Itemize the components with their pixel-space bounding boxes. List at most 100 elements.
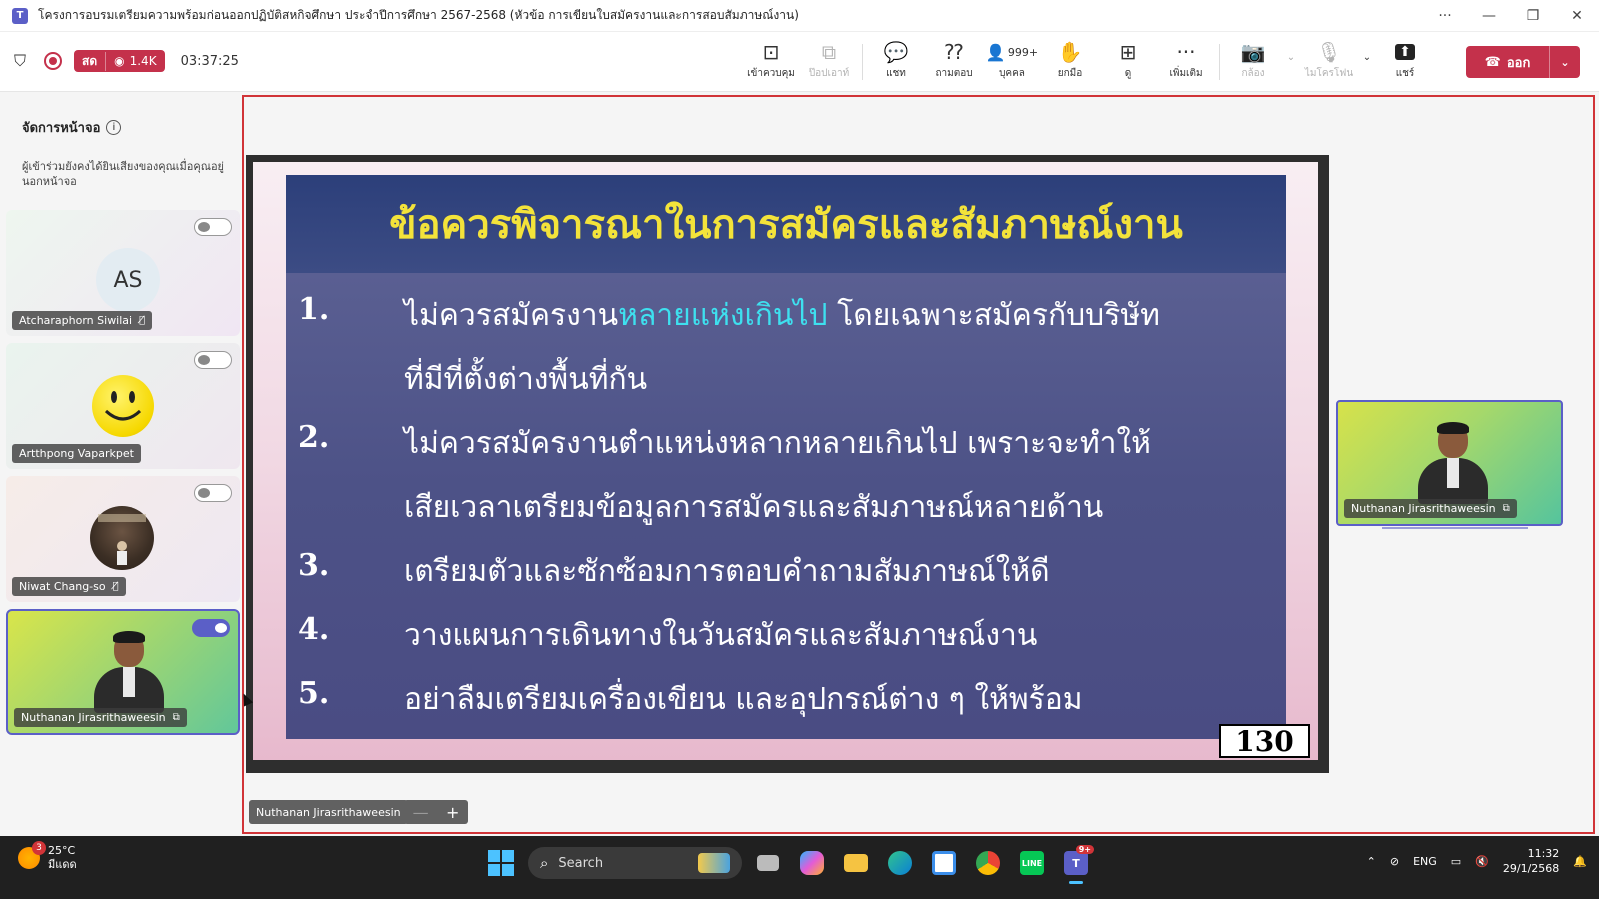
windows-start-icon[interactable] <box>488 850 514 876</box>
phone-hangup-icon: ☎ <box>1484 54 1501 70</box>
panel-title: จัดการหน้าจอ i <box>22 117 122 138</box>
weather-desc: มีแดด <box>48 858 77 871</box>
weather-widget[interactable]: 3 25°C มีแดด <box>18 841 77 872</box>
presenter-indicator <box>1382 527 1528 529</box>
toolbar-divider <box>862 44 863 80</box>
sun-icon: 3 <box>18 841 46 869</box>
avatar: AS <box>96 248 160 312</box>
recording-icon <box>44 52 62 70</box>
smiley-face-icon <box>104 391 142 421</box>
mic-button[interactable]: 🎙 ไมโครโฟน <box>1300 38 1358 81</box>
leave-options-chevron-icon[interactable]: ⌄ <box>1550 56 1580 69</box>
more-button[interactable]: ··· เพิ่มเติม <box>1157 38 1215 81</box>
restore-button[interactable]: ❐ <box>1511 8 1555 24</box>
on-screen-toggle[interactable] <box>194 218 232 236</box>
people-button[interactable]: 👤 999+ บุคคล <box>983 38 1041 81</box>
grid-icon: ⊞ <box>1119 40 1137 64</box>
network-off-icon[interactable]: ⊘ <box>1390 855 1399 868</box>
zoom-in-button[interactable]: + <box>446 803 459 822</box>
participant-name-chip: Atcharaphorn Siwilai 🎙̸ <box>12 311 153 330</box>
on-screen-toggle[interactable] <box>192 619 230 637</box>
chevron-up-icon[interactable]: ⌃ <box>1367 855 1376 868</box>
person-photo-icon <box>98 514 146 565</box>
leave-button[interactable]: ☎ ออก ⌄ <box>1466 46 1580 78</box>
people-count: 999+ <box>1007 45 1039 59</box>
camera-options-chevron-icon[interactable]: ⌄ <box>1282 38 1300 63</box>
more-options-icon[interactable]: ··· <box>1423 8 1467 24</box>
live-label: สด <box>74 51 107 71</box>
panel-description: ผู้เข้าร่วมยังคงได้ยินเสียงของคุณเมื่อคุ… <box>22 160 225 188</box>
participant-name-chip: Niwat Chang-so 🎙̸ <box>12 577 126 596</box>
taskbar-search[interactable]: ⌕ Search <box>528 847 742 879</box>
weather-badge: 3 <box>32 841 46 855</box>
qa-button[interactable]: ⁇ ถามตอบ <box>925 38 983 81</box>
qa-icon: ⁇ <box>944 40 964 64</box>
slide-title: ข้อควรพิจารณาในการสมัครและสัมภาษณ์งาน <box>389 201 1183 248</box>
view-button[interactable]: ⊞ ดู <box>1099 38 1157 81</box>
zoom-out-button[interactable]: — <box>413 803 429 822</box>
participant-tile[interactable]: AS Atcharaphorn Siwilai 🎙̸ <box>6 210 240 336</box>
slide-page-number: 130 <box>1219 724 1310 758</box>
chat-button[interactable]: 💬 แชท <box>867 38 925 81</box>
search-icon: ⌕ <box>540 854 549 872</box>
highlighted-text: หลายแห่งเกินไป <box>618 298 828 333</box>
title-bar: T โครงการอบรมเตรียมความพร้อมก่อนออกปฏิบั… <box>0 0 1599 32</box>
pop-out-button[interactable]: ⧉ ป๊อปเอาท์ <box>800 38 858 81</box>
on-screen-toggle[interactable] <box>194 351 232 369</box>
presenter-name-chip: Nuthanan Jirasrithaweesin ⧉ <box>1344 499 1517 518</box>
people-icon: 👤 <box>985 42 1006 62</box>
chat-icon: 💬 <box>883 40 909 64</box>
share-icon: ⬆ <box>1395 44 1415 60</box>
raise-hand-button[interactable]: ✋ ยกมือ <box>1041 38 1099 81</box>
participant-tile-active[interactable]: Nuthanan Jirasrithaweesin ⧉ <box>6 609 240 735</box>
mic-options-chevron-icon[interactable]: ⌄ <box>1358 38 1376 63</box>
speaker-muted-icon[interactable]: 🔇 <box>1475 855 1489 868</box>
presenter-video-tile[interactable]: Nuthanan Jirasrithaweesin ⧉ <box>1336 400 1563 526</box>
participant-name-chip: Nuthanan Jirasrithaweesin ⧉ <box>14 708 187 727</box>
microsoft-store-icon[interactable] <box>926 845 962 881</box>
language-indicator[interactable]: ENG <box>1413 855 1437 868</box>
screen-share-icon: ⧉ <box>172 712 180 723</box>
search-label: Search <box>558 855 604 871</box>
teams-app-icon: T <box>12 7 28 24</box>
participant-tile[interactable]: Niwat Chang-so 🎙̸ <box>6 476 240 602</box>
weather-temp: 25°C <box>48 844 76 857</box>
camera-button[interactable]: 📷 กล้อง <box>1224 38 1282 81</box>
file-explorer-icon[interactable] <box>838 845 874 881</box>
hand-icon: ✋ <box>1057 40 1083 64</box>
participant-name-chip: Artthpong Vaparkpet <box>12 444 141 463</box>
minimize-button[interactable]: — <box>1467 8 1511 24</box>
on-screen-toggle[interactable] <box>194 484 232 502</box>
share-button[interactable]: ⬆ แชร์ <box>1376 38 1434 81</box>
teams-notification-badge: 9+ <box>1075 845 1094 854</box>
close-button[interactable]: ✕ <box>1555 8 1599 24</box>
viewer-count: 1.4K <box>129 54 157 68</box>
live-badge[interactable]: สด ◉ 1.4K <box>74 50 165 72</box>
mic-muted-icon: 🎙̸ <box>139 315 146 326</box>
search-highlight-icon <box>698 853 730 873</box>
take-control-icon: ⊡ <box>762 40 780 64</box>
notification-bell-icon[interactable]: 🔔 <box>1573 855 1587 868</box>
chrome-browser-icon[interactable] <box>970 845 1006 881</box>
clock[interactable]: 11:32 29/1/2568 <box>1503 846 1559 876</box>
edge-browser-icon[interactable] <box>882 845 918 881</box>
take-control-button[interactable]: ⊡ เข้าควบคุม <box>742 38 800 81</box>
task-view-icon[interactable] <box>750 845 786 881</box>
screen-share-icon: ⧉ <box>1502 503 1510 514</box>
slide-title-bar: ข้อควรพิจารณาในการสมัครและสัมภาษณ์งาน <box>286 175 1286 273</box>
teams-taskbar-icon[interactable]: T 9+ <box>1058 845 1094 884</box>
copilot-icon[interactable] <box>794 845 830 881</box>
info-icon[interactable]: i <box>106 120 122 135</box>
presenter-label: Nuthanan Jirasrithaweesin <box>249 800 408 824</box>
meeting-timer: 03:37:25 <box>180 53 239 69</box>
window-controls: ··· — ❐ ✕ <box>1423 0 1599 32</box>
participant-tile[interactable]: Artthpong Vaparkpet <box>6 343 240 469</box>
camera-off-icon: 📷 <box>1240 40 1266 64</box>
shield-icon: ⛉ <box>14 51 27 70</box>
manage-screen-panel: จัดการหน้าจอ i ผู้เข้าร่วมยังคงได้ยินเสี… <box>0 93 242 853</box>
display-icon[interactable]: ▭ <box>1451 855 1461 868</box>
windows-taskbar: 3 25°C มีแดด ⌕ Search LINE T 9+ ⌃ ⊘ ENG … <box>0 836 1599 899</box>
line-app-icon[interactable]: LINE <box>1014 845 1050 881</box>
mic-off-icon: 🎙 <box>1316 40 1342 64</box>
toolbar-divider <box>1219 44 1220 80</box>
